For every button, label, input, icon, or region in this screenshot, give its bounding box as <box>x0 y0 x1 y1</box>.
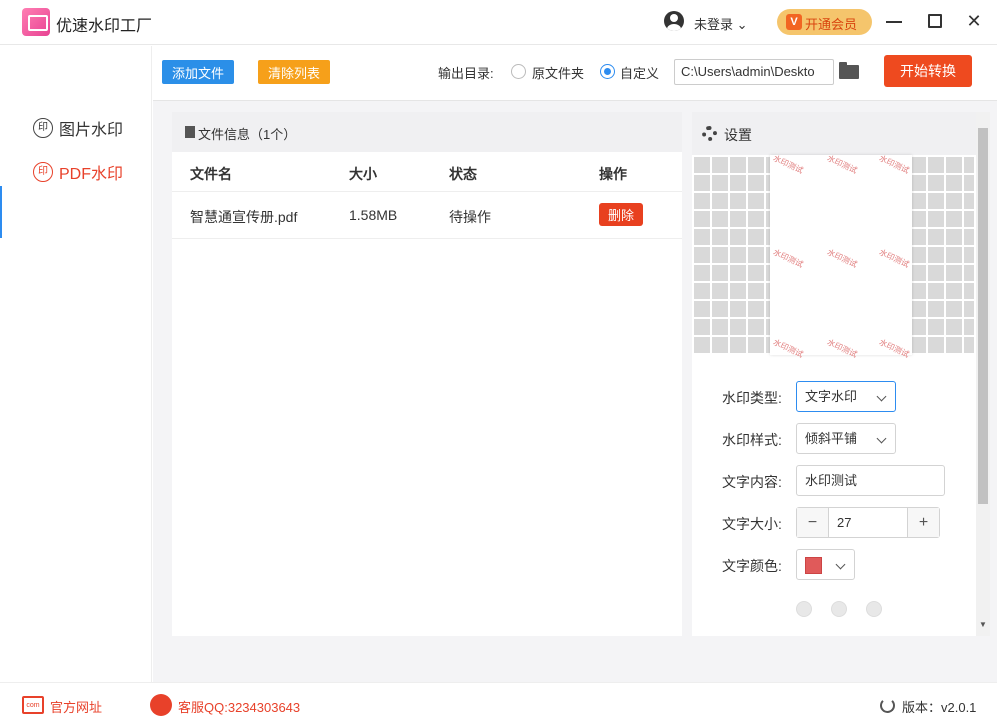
file-panel-title: 文件信息（1个） <box>198 127 297 142</box>
preview-page: 水印测试 水印测试 水印测试 水印测试 水印测试 水印测试 水印测试 水印测试 … <box>770 153 912 359</box>
watermark-sample: 水印测试 <box>771 337 805 360</box>
maximize-icon[interactable] <box>928 14 942 28</box>
watermark-style-select[interactable]: 倾斜平铺 <box>796 423 896 454</box>
file-name: 智慧通宣传册.pdf <box>190 209 298 225</box>
file-status: 待操作 <box>449 209 491 225</box>
watermark-sample: 水印测试 <box>825 247 859 270</box>
column-header: 状态 <box>449 166 477 182</box>
watermark-type-label: 水印类型: <box>722 390 782 406</box>
text-color-picker[interactable] <box>796 549 855 580</box>
sidebar-item-image-watermark[interactable]: 印 图片水印 <box>33 116 123 140</box>
chevron-down-icon <box>835 559 846 570</box>
option-dot[interactable] <box>796 601 812 617</box>
vip-icon: V <box>786 14 802 30</box>
sidebar-item-label: 图片水印 <box>59 122 124 139</box>
table-header: 文件名 大小 状态 操作 <box>172 152 682 192</box>
settings-panel: 设置 水印测试 水印测试 水印测试 水印测试 水印测试 水印测试 水印测试 水印… <box>692 112 990 636</box>
file-panel-header: 文件信息（1个） <box>172 112 682 152</box>
increment-button[interactable]: + <box>907 508 939 537</box>
title-bar: 优速水印工厂 未登录 ⌄ V 开通会员 ✕ <box>0 0 997 45</box>
close-icon[interactable]: ✕ <box>964 11 984 31</box>
text-content-label: 文字内容: <box>722 474 782 490</box>
watermark-sample: 水印测试 <box>771 247 805 270</box>
settings-header: 设置 <box>692 112 990 155</box>
vip-button[interactable]: V 开通会员 <box>777 9 872 35</box>
sidebar: 印 图片水印 印 PDF水印 <box>0 46 152 682</box>
output-dir-label: 输出目录: <box>438 66 494 81</box>
text-content-input[interactable]: 水印测试 <box>796 465 945 496</box>
folder-icon[interactable] <box>839 62 859 79</box>
watermark-sample: 水印测试 <box>825 337 859 360</box>
watermark-sample: 水印测试 <box>825 153 859 176</box>
radio-original-label: 原文件夹 <box>532 66 585 81</box>
sidebar-active-marker <box>0 186 2 238</box>
column-header: 文件名 <box>190 166 232 182</box>
scroll-thumb[interactable] <box>978 128 988 504</box>
output-path-input[interactable]: C:\Users\admin\Deskto <box>674 59 834 85</box>
chevron-down-icon <box>876 433 887 444</box>
text-size-label: 文字大小: <box>722 516 782 532</box>
watermark-type-select[interactable]: 文字水印 <box>796 381 896 412</box>
decrement-button[interactable]: − <box>797 508 829 537</box>
website-icon: com <box>22 696 44 714</box>
seal-icon: 印 <box>33 118 53 138</box>
add-file-button[interactable]: 添加文件 <box>162 60 234 84</box>
text-size-stepper[interactable]: − 27 + <box>796 507 940 538</box>
radio-custom-label: 自定义 <box>620 66 660 81</box>
website-link[interactable]: 官方网址 <box>50 697 102 716</box>
watermark-sample: 水印测试 <box>877 247 911 270</box>
sidebar-item-label: PDF水印 <box>59 166 124 183</box>
settings-scrollbar[interactable]: ▼ <box>976 112 990 636</box>
file-size: 1.58MB <box>349 207 398 223</box>
sidebar-item-pdf-watermark[interactable]: 印 PDF水印 <box>33 160 123 184</box>
column-header: 操作 <box>599 166 627 182</box>
start-convert-button[interactable]: 开始转换 <box>884 55 972 87</box>
main-area: 添加文件 清除列表 输出目录: 原文件夹 自定义 C:\Users\admin\… <box>153 46 997 682</box>
watermark-type-value: 文字水印 <box>805 389 858 404</box>
table-row[interactable]: 智慧通宣传册.pdf 1.58MB 待操作 删除 <box>172 192 682 239</box>
settings-title: 设置 <box>724 127 752 143</box>
user-icon[interactable] <box>664 11 684 31</box>
watermark-sample: 水印测试 <box>771 153 805 176</box>
clear-list-button[interactable]: 清除列表 <box>258 60 330 84</box>
gear-icon <box>702 126 717 141</box>
watermark-preview: 水印测试 水印测试 水印测试 水印测试 水印测试 水印测试 水印测试 水印测试 … <box>692 153 974 359</box>
login-dropdown[interactable]: 未登录 ⌄ <box>694 14 748 33</box>
version-label: 版本：v2.0.1 <box>902 700 977 715</box>
vip-label: 开通会员 <box>805 17 858 32</box>
chevron-down-icon <box>876 391 887 402</box>
refresh-icon[interactable] <box>880 698 895 713</box>
seal-icon: 印 <box>33 162 53 182</box>
app-title: 优速水印工厂 <box>56 18 153 35</box>
column-header: 大小 <box>349 166 377 182</box>
option-dot[interactable] <box>866 601 882 617</box>
app-logo-icon <box>22 8 50 36</box>
watermark-style-value: 倾斜平铺 <box>805 431 858 446</box>
text-color-label: 文字颜色: <box>722 558 782 574</box>
customer-service-qq[interactable]: 客服QQ:3234303643 <box>178 697 300 716</box>
delete-button[interactable]: 删除 <box>599 203 643 226</box>
document-icon <box>185 126 195 138</box>
text-size-value[interactable]: 27 <box>837 515 851 530</box>
radio-original-folder[interactable] <box>511 64 526 79</box>
option-dot[interactable] <box>831 601 847 617</box>
login-label: 未登录 <box>694 17 734 32</box>
customer-service-icon <box>150 694 172 716</box>
minimize-icon[interactable] <box>886 21 902 23</box>
watermark-sample: 水印测试 <box>877 337 911 360</box>
color-swatch <box>805 557 822 574</box>
file-panel: 文件信息（1个） 文件名 大小 状态 操作 智慧通宣传册.pdf 1.58MB … <box>172 112 682 636</box>
scroll-down-icon[interactable]: ▼ <box>979 620 987 629</box>
toolbar: 添加文件 清除列表 输出目录: 原文件夹 自定义 C:\Users\admin\… <box>153 46 997 101</box>
watermark-style-label: 水印样式: <box>722 432 782 448</box>
footer: com 官方网址 客服QQ:3234303643 版本：v2.0.1 <box>0 682 997 727</box>
watermark-sample: 水印测试 <box>877 153 911 176</box>
radio-custom-folder[interactable] <box>600 64 615 79</box>
